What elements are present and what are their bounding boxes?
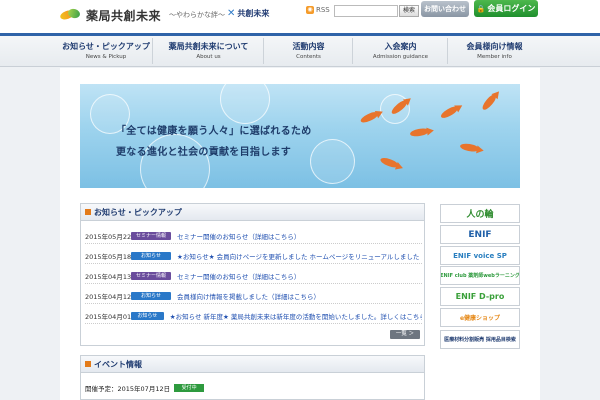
nav-item-news[interactable]: お知らせ・ピックアップ News & Pickup bbox=[60, 38, 153, 64]
nav-item-sublabel: Member info bbox=[477, 54, 512, 60]
news-row[interactable]: 2015年04月01日 お知らせ ★お知らせ 新年度★ 薬局共創未来は新年度の活… bbox=[85, 308, 422, 324]
banner-hitonowa[interactable]: 人の輪 bbox=[440, 204, 520, 223]
rss-link[interactable]: ◉ RSS bbox=[306, 6, 330, 14]
news-row[interactable]: 2015年05月22日 セミナー情報 セミナー開催のお知らせ（詳細はこちら） bbox=[85, 228, 422, 244]
login-button[interactable]: 🔒 会員ログイン bbox=[474, 0, 538, 17]
partner-logo-text: 共創未来 bbox=[237, 9, 270, 18]
nav-item-member[interactable]: 会員様向け情報 Member info bbox=[449, 38, 540, 64]
news-row[interactable]: 2015年05月18日 お知らせ ★お知らせ★ 会員向けページを更新しました ホ… bbox=[85, 248, 422, 264]
partner-logo[interactable]: ✕ 共創未来 bbox=[227, 8, 269, 19]
global-nav: お知らせ・ピックアップ News & Pickup 薬局共創未来について Abo… bbox=[0, 33, 600, 67]
fish-shape bbox=[409, 127, 429, 138]
news-date: 2015年04月01日 bbox=[85, 312, 138, 321]
nav-item-sublabel: Admission guidance bbox=[372, 54, 429, 60]
nav-item-sublabel: Contents bbox=[296, 54, 321, 60]
bubble-shape bbox=[220, 84, 270, 124]
news-badge: セミナー情報 bbox=[131, 231, 171, 240]
nav-item-contents[interactable]: 活動内容 Contents bbox=[265, 38, 353, 64]
bubble-shape bbox=[310, 139, 355, 184]
event-row[interactable]: 開催予定：2015年07月12日 受付中 bbox=[85, 383, 205, 393]
nav-item-label: 活動内容 bbox=[292, 42, 325, 51]
news-date: 2015年05月18日 bbox=[85, 252, 138, 261]
news-more-button[interactable]: 一覧 ＞ bbox=[390, 330, 420, 339]
nav-item-sublabel: News & Pickup bbox=[85, 54, 127, 60]
event-title: イベント情報 bbox=[94, 359, 142, 369]
hero-line-1: 「全ては健康を願う人々」に選ばれるため bbox=[116, 126, 312, 137]
fish-shape bbox=[439, 104, 459, 121]
nav-item-label: 入会案内 bbox=[384, 42, 417, 51]
fish-shape bbox=[480, 93, 498, 112]
nav-item-label: 会員様向け情報 bbox=[466, 42, 523, 51]
news-badge: セミナー情報 bbox=[131, 271, 171, 280]
site-logo[interactable]: 薬局共創未来 〜やわらかな絆〜 bbox=[59, 4, 226, 26]
news-badge: お知らせ bbox=[131, 251, 171, 260]
hero-copy: 「全ては健康を願う人々」に選ばれるため 更なる進化と社会の貢献を目指します bbox=[116, 122, 312, 158]
nav-item-about[interactable]: 薬局共創未来について About us bbox=[154, 38, 264, 64]
rss-label: RSS bbox=[316, 6, 330, 14]
login-label: 会員ログイン bbox=[487, 4, 536, 13]
hero-banner: 「全ては健康を願う人々」に選ばれるため 更なる進化と社会の貢献を目指します bbox=[80, 84, 520, 188]
news-row[interactable]: 2015年04月12日 お知らせ 会員様向け情報を掲載しました（詳細はこちら） bbox=[85, 288, 422, 304]
bullet-icon bbox=[85, 209, 91, 215]
news-date: 2015年04月12日 bbox=[85, 292, 138, 301]
nav-item-admission[interactable]: 入会案内 Admission guidance bbox=[354, 38, 448, 64]
banner-enif[interactable]: ENIF bbox=[440, 225, 520, 244]
nav-item-sublabel: About us bbox=[196, 54, 221, 60]
news-date: 2015年04月13日 bbox=[85, 272, 138, 281]
news-link[interactable]: セミナー開催のお知らせ（詳細はこちら） bbox=[177, 271, 300, 281]
news-link[interactable]: セミナー開催のお知らせ（詳細はこちら） bbox=[177, 231, 300, 241]
search-button[interactable]: 検索 bbox=[399, 5, 419, 17]
news-header: お知らせ・ピックアップ bbox=[81, 204, 424, 221]
lock-icon: 🔒 bbox=[476, 5, 486, 13]
hero-line-2: 更なる進化と社会の貢献を目指します bbox=[116, 147, 292, 158]
partner-logo-icon: ✕ bbox=[227, 8, 236, 19]
fish-shape bbox=[359, 110, 379, 125]
site-header: 薬局共創未来 〜やわらかな絆〜 ✕ 共創未来 ◉ RSS 検索 お問い合わせ 🔒… bbox=[0, 0, 600, 33]
fish-shape bbox=[459, 142, 479, 153]
logo-mark-icon bbox=[59, 7, 82, 23]
banner-enif-voice[interactable]: ENIF voice SP bbox=[440, 246, 520, 265]
contact-button[interactable]: お問い合わせ bbox=[421, 1, 469, 17]
news-link[interactable]: ★お知らせ★ 会員向けページを更新しました ホームページをリニューアルしました bbox=[177, 251, 419, 261]
fish-shape bbox=[379, 156, 399, 169]
nav-item-label: お知らせ・ピックアップ bbox=[62, 42, 150, 51]
news-link[interactable]: 会員様向け情報を掲載しました（詳細はこちら） bbox=[177, 291, 320, 301]
news-row[interactable]: 2015年04月13日 セミナー情報 セミナー開催のお知らせ（詳細はこちら） bbox=[85, 268, 422, 284]
event-header: イベント情報 bbox=[81, 356, 424, 373]
bullet-icon bbox=[85, 361, 91, 367]
rss-icon: ◉ bbox=[306, 6, 314, 14]
event-box: イベント情報 開催予定：2015年07月12日 受付中 bbox=[80, 355, 425, 400]
banner-enif-dpro[interactable]: ENIF D-pro bbox=[440, 287, 520, 306]
news-badge: お知らせ bbox=[131, 291, 171, 300]
nav-item-label: 薬局共創未来について bbox=[168, 42, 249, 51]
banner-enif-club[interactable]: ENIF club 薬剤師webラーニング bbox=[440, 266, 520, 285]
news-link[interactable]: ★お知らせ 新年度★ 薬局共創未来は新年度の活動を開始いたしました。詳しくはこち… bbox=[170, 311, 422, 321]
site-title: 薬局共創未来 bbox=[86, 8, 162, 23]
news-title: お知らせ・ピックアップ bbox=[94, 207, 182, 217]
news-date: 2015年05月22日 bbox=[85, 232, 138, 241]
event-date: 開催予定：2015年07月12日 bbox=[85, 385, 171, 393]
news-badge: お知らせ bbox=[131, 311, 164, 320]
banner-e-kenko-shop[interactable]: e健康ショップ bbox=[440, 308, 520, 327]
news-box: お知らせ・ピックアップ 2015年05月22日 セミナー情報 セミナー開催のお知… bbox=[80, 203, 425, 346]
event-badge: 受付中 bbox=[174, 384, 205, 392]
search-input[interactable] bbox=[334, 5, 398, 17]
site-tagline: 〜やわらかな絆〜 bbox=[169, 11, 226, 19]
banner-medical-material[interactable]: 医療材料分割販売 採用品目検索 bbox=[440, 330, 520, 349]
